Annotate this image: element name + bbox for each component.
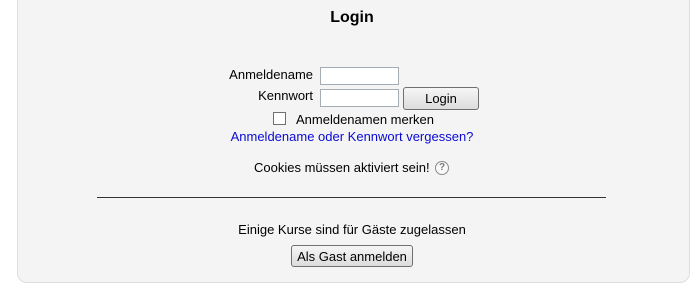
login-title: Login (330, 9, 374, 26)
help-icon[interactable]: ? (435, 161, 449, 175)
login-button[interactable]: Login (403, 87, 479, 110)
remember-username-checkbox[interactable] (273, 112, 286, 125)
password-label: Kennwort (258, 88, 313, 103)
forgot-credentials-link[interactable]: Anmeldename oder Kennwort vergessen? (0, 129, 700, 145)
cookies-notice: Cookies müssen aktiviert sein! (254, 160, 430, 175)
divider (97, 197, 606, 198)
guest-login-button[interactable]: Als Gast anmelden (291, 245, 413, 267)
username-label: Anmeldename (229, 67, 313, 82)
guest-notice: Einige Kurse sind für Gäste zugelassen (238, 222, 466, 237)
password-input[interactable] (320, 89, 399, 107)
remember-username-label: Anmeldenamen merken (296, 112, 435, 127)
username-input[interactable] (320, 67, 399, 85)
